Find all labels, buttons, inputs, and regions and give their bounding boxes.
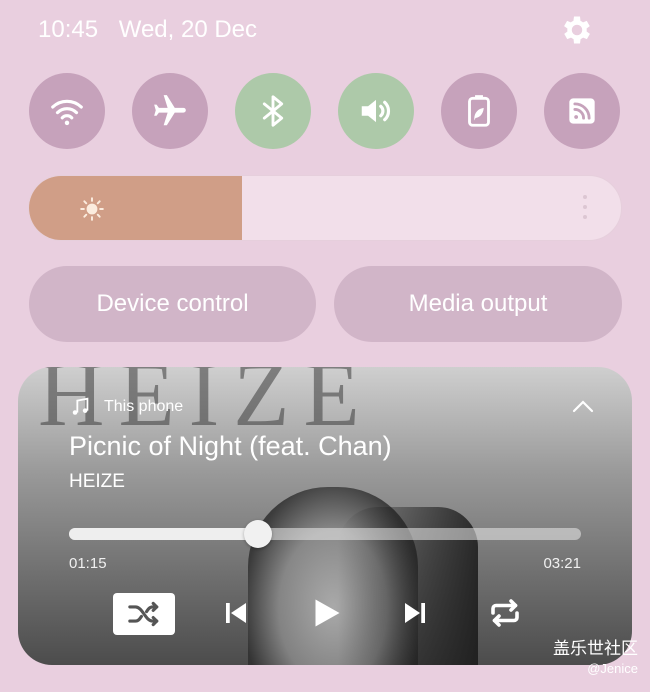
shuffle-icon xyxy=(128,601,159,627)
previous-button[interactable] xyxy=(218,591,254,635)
cast-toggle[interactable] xyxy=(544,73,620,149)
status-text: 10:45 Wed, 20 Dec xyxy=(38,16,271,44)
sound-toggle[interactable] xyxy=(338,73,414,149)
track-title: Picnic of Night (feat. Chan) xyxy=(69,431,392,461)
next-button[interactable] xyxy=(397,591,433,635)
chevron-up-icon[interactable] xyxy=(572,399,594,413)
airplane-toggle[interactable] xyxy=(132,73,208,149)
watermark-line-1: 盖乐世社区 xyxy=(553,639,638,658)
device-control-button[interactable]: Device control xyxy=(29,266,316,342)
next-icon xyxy=(405,603,425,623)
wifi-icon xyxy=(51,99,83,126)
total-duration: 03:21 xyxy=(543,555,581,572)
battery-leaf-icon xyxy=(468,95,490,127)
music-note-icon xyxy=(72,397,89,415)
brightness-slider[interactable] xyxy=(28,175,622,241)
clock: 10:45 xyxy=(38,16,99,43)
bluetooth-toggle[interactable] xyxy=(235,73,311,149)
media-output-button[interactable]: Media output xyxy=(334,266,622,342)
watermark-line-2: @Jenice xyxy=(587,661,638,676)
track-artist: HEIZE xyxy=(69,471,125,492)
repeat-icon xyxy=(491,599,519,627)
power-saving-toggle[interactable] xyxy=(441,73,517,149)
play-icon xyxy=(315,599,340,627)
play-button[interactable] xyxy=(306,591,346,635)
shuffle-button[interactable] xyxy=(113,593,175,635)
bluetooth-icon xyxy=(262,95,284,127)
sun-icon xyxy=(80,197,104,221)
cast-icon xyxy=(569,98,595,124)
gear-icon[interactable] xyxy=(559,12,595,48)
volume-icon xyxy=(361,99,391,123)
airplane-icon xyxy=(154,95,186,126)
previous-icon xyxy=(226,603,246,623)
seek-bar[interactable] xyxy=(69,520,581,548)
brightness-level xyxy=(29,176,243,240)
media-source: This phone xyxy=(70,395,183,419)
wifi-toggle[interactable] xyxy=(29,73,105,149)
elapsed-time: 01:15 xyxy=(69,555,107,572)
more-options-icon[interactable] xyxy=(583,195,589,225)
repeat-button[interactable] xyxy=(480,591,530,635)
seek-bar-progress xyxy=(69,528,259,540)
date: Wed, 20 Dec xyxy=(118,16,258,43)
media-player-card[interactable]: HEIZE This phone Picnic of Night (feat. … xyxy=(18,367,632,665)
media-source-label: This phone xyxy=(104,398,184,415)
watermark: 盖乐世社区 @Jenice xyxy=(553,634,638,676)
